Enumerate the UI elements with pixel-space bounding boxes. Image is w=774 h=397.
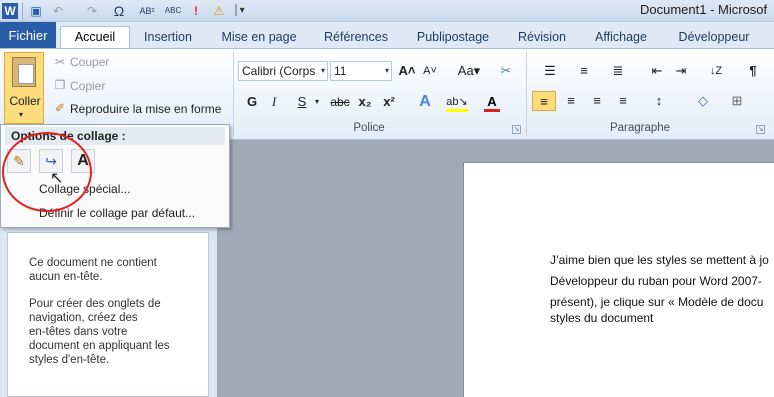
- nav-text-line: navigation, créez des: [29, 312, 138, 324]
- nav-text-line: aucun en-tête.: [29, 271, 103, 283]
- multilevel-list-button[interactable]: ≣: [604, 61, 632, 81]
- nav-text-line: document en appliquant les: [29, 340, 170, 352]
- justify-button[interactable]: ≡: [612, 91, 634, 111]
- spelling-icon[interactable]: AB²: [136, 2, 158, 20]
- paste-label: Coller: [9, 94, 41, 108]
- nav-text-line: Ce document ne contient: [29, 257, 157, 269]
- shading-button[interactable]: ◇: [690, 91, 716, 111]
- font-dialog-launcher[interactable]: ↘: [512, 125, 521, 134]
- italic-button[interactable]: I: [266, 92, 282, 112]
- font-group-label: Police: [353, 122, 385, 134]
- qat-divider: [22, 2, 23, 20]
- format-painter-icon: ✐: [54, 101, 66, 115]
- paste-dropdown-arrow: ▾: [19, 110, 24, 119]
- title-bar: W ▣ ↶ ↷ Ω AB² ABC ! ⚠ │▾ Document1 - Mic…: [0, 0, 774, 22]
- font-size-value: 11: [334, 64, 347, 78]
- doc-line: J’aime bien que les styles se mettent à …: [550, 253, 769, 267]
- font-color-button[interactable]: A: [484, 92, 500, 112]
- tab-fichier[interactable]: Fichier: [0, 22, 56, 49]
- bullets-button[interactable]: ☰: [536, 61, 564, 81]
- superscript-button[interactable]: x²: [380, 92, 398, 112]
- scissors-icon: ✂: [54, 55, 66, 69]
- paragraph-group-label: Paragraphe: [609, 122, 671, 134]
- nav-text-line: en-têtes dans votre: [29, 326, 128, 338]
- group-divider: [233, 52, 234, 136]
- underline-button[interactable]: S: [294, 92, 310, 112]
- group-divider: [526, 52, 527, 136]
- bold-button[interactable]: G: [244, 92, 260, 112]
- tab-developpeur[interactable]: Développeur: [672, 27, 756, 49]
- paste-button[interactable]: Coller ▾: [4, 52, 44, 124]
- highlight-button[interactable]: ab↘: [446, 92, 468, 112]
- ribbon-tabs: Fichier Accueil Insertion Mise en page R…: [0, 22, 774, 50]
- text-effects-button[interactable]: A: [416, 92, 434, 112]
- word-app-icon[interactable]: W: [2, 3, 18, 19]
- line-spacing-button[interactable]: ↕: [646, 91, 672, 111]
- center-button[interactable]: ≡: [560, 91, 582, 111]
- nav-text-line: styles d'en-tête.: [29, 354, 110, 366]
- cut-button[interactable]: Couper: [70, 54, 109, 70]
- tab-references[interactable]: Références: [318, 27, 394, 49]
- tab-accueil[interactable]: Accueil: [60, 26, 130, 50]
- alert-icon[interactable]: !: [190, 2, 202, 20]
- tab-revision[interactable]: Révision: [512, 27, 572, 49]
- customize-qat-icon[interactable]: │▾: [232, 2, 246, 20]
- symbol-omega-icon[interactable]: Ω: [108, 2, 130, 20]
- copy-button[interactable]: Copier: [70, 78, 105, 94]
- align-right-button[interactable]: ≡: [586, 91, 608, 111]
- pilcrow-button[interactable]: ¶: [744, 61, 762, 81]
- tab-affichage[interactable]: Affichage: [588, 27, 654, 49]
- tab-publipostage[interactable]: Publipostage: [410, 27, 496, 49]
- strikethrough-button[interactable]: abc: [328, 92, 352, 112]
- tab-mise-en-page[interactable]: Mise en page: [216, 27, 302, 49]
- annotation-circle: [2, 132, 92, 212]
- subscript-button[interactable]: x₂: [356, 92, 374, 112]
- window-title: Document1 - Microsof: [640, 2, 768, 17]
- sort-button[interactable]: ↓Z: [706, 61, 726, 81]
- font-name-value: Calibri (Corps: [242, 64, 316, 78]
- tab-insertion[interactable]: Insertion: [138, 27, 198, 49]
- change-case-button[interactable]: Aa▾: [452, 61, 486, 81]
- doc-line: styles du document: [550, 311, 654, 325]
- underline-dropdown-icon[interactable]: ▾: [312, 92, 322, 112]
- save-icon[interactable]: ▣: [28, 2, 44, 20]
- decrease-indent-button[interactable]: ⇤: [648, 61, 666, 81]
- copy-icon: ❐: [54, 78, 66, 92]
- borders-button[interactable]: ⊞: [724, 91, 750, 111]
- paragraph-dialog-launcher[interactable]: ↘: [756, 125, 765, 134]
- grow-font-button[interactable]: A˄: [397, 61, 417, 81]
- font-name-combo[interactable]: Calibri (Corps ▾: [238, 61, 328, 81]
- shrink-font-button[interactable]: A˅: [420, 61, 440, 81]
- clear-formatting-button[interactable]: ✂: [496, 61, 516, 81]
- word-count-icon[interactable]: ABC: [162, 2, 184, 20]
- numbering-button[interactable]: ≡: [570, 61, 598, 81]
- warning-icon[interactable]: ⚠: [210, 2, 228, 20]
- align-left-button[interactable]: ≡: [532, 91, 556, 111]
- clipboard-icon: [12, 57, 36, 87]
- nav-text-line: Pour créer des onglets de: [29, 298, 161, 310]
- increase-indent-button[interactable]: ⇥: [672, 61, 690, 81]
- undo-icon[interactable]: ↶: [50, 2, 66, 20]
- format-painter-button[interactable]: Reproduire la mise en forme: [70, 101, 221, 117]
- doc-line: présent), je clique sur « Modèle de docu: [550, 295, 764, 309]
- redo-icon[interactable]: ↷: [84, 2, 100, 20]
- doc-line: Développeur du ruban pour Word 2007-: [550, 274, 762, 288]
- font-size-combo[interactable]: 11 ▾: [330, 61, 392, 81]
